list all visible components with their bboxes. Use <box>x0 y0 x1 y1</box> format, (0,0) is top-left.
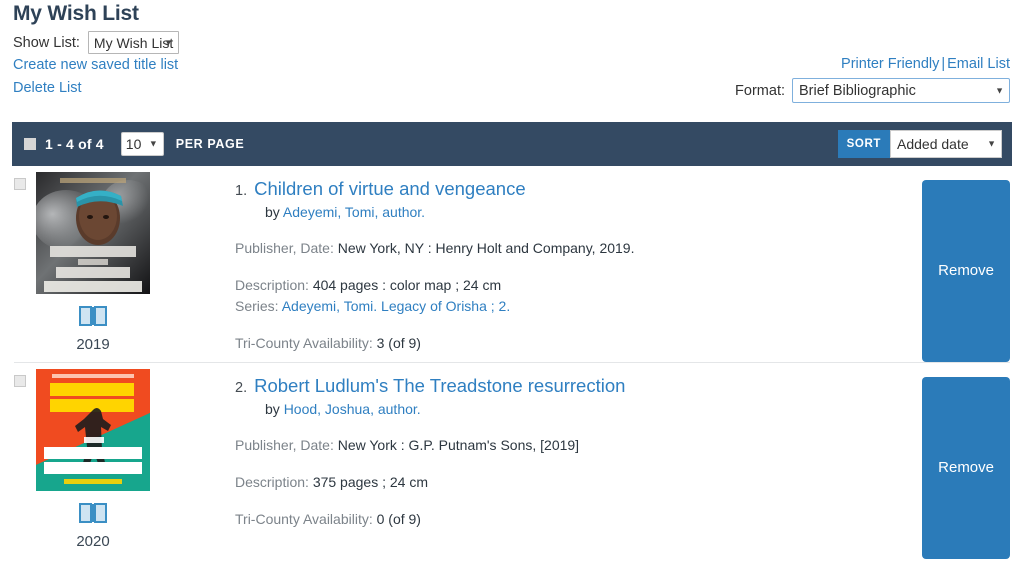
format-select-wrap: Brief Bibliographic ▼ <box>792 78 1010 103</box>
open-book-icon <box>78 501 108 530</box>
wish-list-page: My Wish List Show List: My Wish List ▼ C… <box>0 0 1024 582</box>
sort-select-wrap: Added date ▼ <box>890 130 1002 158</box>
results-list: 2019 1. Children of virtue and vengeance… <box>0 166 1024 559</box>
result-number: 2. <box>235 380 248 396</box>
availability-line: Tri-County Availability: 3 (of 9) <box>235 333 900 353</box>
cover-column: 2020 <box>34 369 152 559</box>
description-label: Description: <box>235 277 309 293</box>
by-word: by <box>265 204 280 220</box>
byline: by Hood, Joshua, author. <box>235 401 900 417</box>
per-page-select[interactable]: 10 <box>120 132 164 156</box>
action-column: Remove <box>900 369 1010 559</box>
row-select-checkbox[interactable] <box>14 375 26 387</box>
show-list-select-wrap: My Wish List ▼ <box>87 31 179 54</box>
title-line: 2. Robert Ludlum's The Treadstone resurr… <box>235 375 900 397</box>
publication-year: 2019 <box>76 336 110 353</box>
record-title-link[interactable]: Children of virtue and vengeance <box>254 178 526 200</box>
page-title: My Wish List <box>13 2 139 25</box>
format-select[interactable]: Brief Bibliographic <box>792 78 1010 103</box>
record-info: 2. Robert Ludlum's The Treadstone resurr… <box>152 369 900 559</box>
title-line: 1. Children of virtue and vengeance <box>235 178 900 200</box>
create-new-saved-title-list-link[interactable]: Create new saved title list <box>13 57 178 73</box>
table-row: 2019 1. Children of virtue and vengeance… <box>0 166 1024 362</box>
description-line: Description: 375 pages ; 24 cm <box>235 472 900 492</box>
description-label: Description: <box>235 474 309 490</box>
book-cover-image[interactable] <box>36 369 150 491</box>
metadata-block: Publisher, Date: New York, NY : Henry Ho… <box>235 238 900 353</box>
series-label: Series: <box>235 298 279 314</box>
publication-year: 2020 <box>76 533 110 550</box>
action-column: Remove <box>900 172 1010 362</box>
sort-badge: SORT <box>837 130 890 158</box>
result-number: 1. <box>235 183 248 199</box>
format-label: Format: <box>735 82 785 99</box>
open-book-icon <box>78 304 108 333</box>
cover-column: 2019 <box>34 172 152 362</box>
series-link[interactable]: Adeyemi, Tomi. Legacy of Orisha ; 2. <box>282 298 511 314</box>
format-row: Format: Brief Bibliographic ▼ <box>735 78 1010 103</box>
book-cover-image[interactable] <box>36 172 150 294</box>
publisher-value: New York, NY : Henry Holt and Company, 2… <box>337 240 635 256</box>
publisher-line: Publisher, Date: New York, NY : Henry Ho… <box>235 238 900 258</box>
availability-value: 3 (of 9) <box>376 335 421 351</box>
by-word: by <box>265 401 280 417</box>
description-value: 375 pages ; 24 cm <box>312 474 428 490</box>
row-select-checkbox[interactable] <box>14 178 26 190</box>
byline: by Adeyemi, Tomi, author. <box>235 204 900 220</box>
show-list-row: Show List: My Wish List ▼ <box>13 31 179 54</box>
description-value: 404 pages : color map ; 24 cm <box>312 277 502 293</box>
results-toolbar: 1 - 4 of 4 10 ▼ PER PAGE SORT Added date… <box>12 122 1012 166</box>
series-line: Series: Adeyemi, Tomi. Legacy of Orisha … <box>235 296 900 316</box>
availability-line: Tri-County Availability: 0 (of 9) <box>235 509 900 529</box>
record-title-link[interactable]: Robert Ludlum's The Treadstone resurrect… <box>254 375 625 397</box>
select-all-checkbox[interactable] <box>24 138 36 150</box>
publisher-label: Publisher, Date: <box>235 437 334 453</box>
availability-label: Tri-County Availability: <box>235 511 373 527</box>
publisher-line: Publisher, Date: New York : G.P. Putnam'… <box>235 435 900 455</box>
publisher-value: New York : G.P. Putnam's Sons, [2019] <box>337 437 580 453</box>
results-count: 1 - 4 of 4 <box>45 136 104 152</box>
sort-group: SORT Added date ▼ <box>837 130 1002 158</box>
per-page-select-wrap: 10 ▼ <box>120 132 164 156</box>
availability-label: Tri-County Availability: <box>235 335 373 351</box>
metadata-block: Publisher, Date: New York : G.P. Putnam'… <box>235 435 900 529</box>
author-link[interactable]: Adeyemi, Tomi, author. <box>283 204 425 220</box>
author-link[interactable]: Hood, Joshua, author. <box>284 401 421 417</box>
per-page-label: PER PAGE <box>175 137 245 151</box>
record-info: 1. Children of virtue and vengeance by A… <box>152 172 900 362</box>
publisher-label: Publisher, Date: <box>235 240 334 256</box>
availability-value: 0 (of 9) <box>376 511 421 527</box>
delete-list-link[interactable]: Delete List <box>13 80 82 96</box>
remove-button[interactable]: Remove <box>922 180 1010 362</box>
show-list-select[interactable]: My Wish List <box>87 31 179 54</box>
remove-button[interactable]: Remove <box>922 377 1010 559</box>
top-right-links: Printer Friendly | Email List <box>841 56 1010 72</box>
show-list-label: Show List: <box>13 34 80 51</box>
link-separator: | <box>941 56 946 72</box>
printer-friendly-link[interactable]: Printer Friendly <box>841 56 939 72</box>
table-row: 2020 2. Robert Ludlum's The Treadstone r… <box>0 363 1024 559</box>
email-list-link[interactable]: Email List <box>947 56 1010 72</box>
sort-select[interactable]: Added date <box>890 130 1002 158</box>
description-line: Description: 404 pages : color map ; 24 … <box>235 275 900 295</box>
